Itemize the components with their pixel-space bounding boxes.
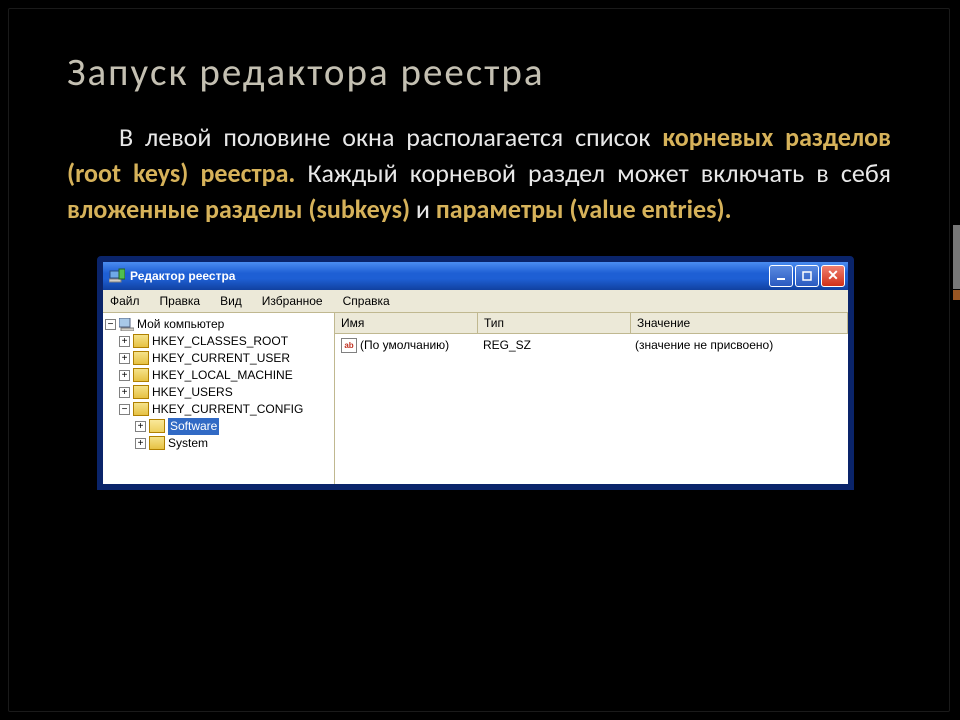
maximize-button[interactable]: [795, 265, 819, 287]
text-1: В левой половине окна располагается спис…: [119, 121, 662, 153]
expand-icon[interactable]: +: [135, 421, 146, 432]
scrollbar-stub: [953, 225, 960, 289]
tree-label: HKEY_CLASSES_ROOT: [152, 333, 288, 350]
folder-open-icon: [149, 419, 165, 433]
scrollbar-stub-2: [953, 290, 960, 300]
menu-help[interactable]: Справка: [340, 292, 393, 310]
folder-icon: [149, 436, 165, 450]
menu-bar: Файл Правка Вид Избранное Справка: [103, 290, 848, 313]
tree-root-label: Мой компьютер: [137, 316, 224, 333]
value-data: (значение не присвоено): [629, 336, 848, 355]
tree-label-selected: Software: [168, 418, 219, 435]
highlight-subkeys: вложенные разделы (subkeys): [67, 193, 410, 225]
col-name[interactable]: Имя: [335, 313, 478, 333]
col-value[interactable]: Значение: [631, 313, 848, 333]
tree-label: System: [168, 435, 208, 452]
folder-icon: [133, 402, 149, 416]
registry-editor-window: Редактор реестра ✕ Файл Правка Вид Избра…: [97, 256, 854, 490]
expand-icon[interactable]: +: [119, 387, 130, 398]
tree-panel: − Мой компьютер + HKEY_CLASSES_ROOT + HKEY_…: [103, 313, 335, 484]
value-name: (По умолчанию): [360, 338, 449, 352]
window-body: − Мой компьютер + HKEY_CLASSES_ROOT + HKEY_…: [103, 313, 848, 484]
text-2: Каждый корневой раздел может включать в …: [295, 157, 891, 189]
window-title: Редактор реестра: [130, 269, 769, 283]
expand-icon[interactable]: +: [135, 438, 146, 449]
close-button[interactable]: ✕: [821, 265, 845, 287]
value-row-default[interactable]: ab(По умолчанию) REG_SZ (значение не при…: [335, 334, 848, 357]
minimize-button[interactable]: [769, 265, 793, 287]
value-type: REG_SZ: [477, 336, 629, 355]
list-header: Имя Тип Значение: [335, 313, 848, 334]
collapse-icon[interactable]: −: [119, 404, 130, 415]
col-type[interactable]: Тип: [478, 313, 631, 333]
folder-icon: [133, 385, 149, 399]
title-bar[interactable]: Редактор реестра ✕: [103, 262, 848, 290]
menu-file[interactable]: Файл: [107, 292, 143, 310]
folder-icon: [133, 334, 149, 348]
folder-icon: [133, 368, 149, 382]
text-3: и: [410, 193, 436, 225]
tree-label: HKEY_CURRENT_CONFIG: [152, 401, 303, 418]
tree-item-current-user[interactable]: + HKEY_CURRENT_USER: [105, 350, 332, 367]
slide-frame: Запуск редактора реестра В левой половин…: [8, 8, 950, 712]
collapse-icon[interactable]: −: [105, 319, 116, 330]
tree-item-software[interactable]: + Software: [105, 418, 332, 435]
tree-label: HKEY_USERS: [152, 384, 233, 401]
tree-label: HKEY_LOCAL_MACHINE: [152, 367, 293, 384]
body-paragraph: В левой половине окна располагается спис…: [67, 120, 891, 228]
tree-label: HKEY_CURRENT_USER: [152, 350, 290, 367]
computer-icon: [119, 318, 134, 331]
menu-view[interactable]: Вид: [217, 292, 245, 310]
menu-edit[interactable]: Правка: [157, 292, 204, 310]
tree-root[interactable]: − Мой компьютер: [105, 316, 332, 333]
tree-item-users[interactable]: + HKEY_USERS: [105, 384, 332, 401]
highlight-value-entries: параметры (value entries).: [436, 193, 732, 225]
values-panel: Имя Тип Значение ab(По умолчанию) REG_SZ…: [335, 313, 848, 484]
expand-icon[interactable]: +: [119, 370, 130, 381]
tree-item-local-machine[interactable]: + HKEY_LOCAL_MACHINE: [105, 367, 332, 384]
tree-item-classes-root[interactable]: + HKEY_CLASSES_ROOT: [105, 333, 332, 350]
string-value-icon: ab: [341, 338, 357, 353]
expand-icon[interactable]: +: [119, 336, 130, 347]
folder-icon: [133, 351, 149, 365]
app-icon: [109, 268, 125, 284]
slide-title: Запуск редактора реестра: [67, 49, 891, 96]
menu-favorites[interactable]: Избранное: [259, 292, 326, 310]
tree-item-current-config[interactable]: − HKEY_CURRENT_CONFIG: [105, 401, 332, 418]
tree-item-system[interactable]: + System: [105, 435, 332, 452]
expand-icon[interactable]: +: [119, 353, 130, 364]
